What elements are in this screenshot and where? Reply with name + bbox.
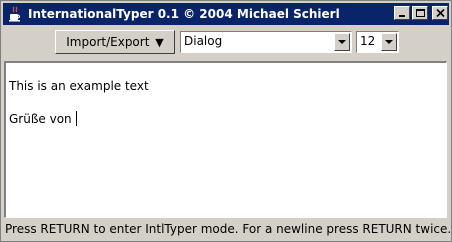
app-window: InternationalTyper 0.1 © 2004 Michael Sc…	[0, 0, 452, 242]
font-dropdown-button[interactable]	[334, 33, 350, 51]
editor-line: This is an example text	[9, 79, 149, 93]
text-caret	[76, 111, 78, 126]
triangle-down-icon: ▼	[155, 36, 164, 49]
editor-line-text: Grüße von	[9, 112, 76, 126]
title-bar[interactable]: InternationalTyper 0.1 © 2004 Michael Sc…	[3, 3, 449, 25]
font-family-value: Dialog	[184, 34, 223, 48]
toolbar: Import/Export ▼ Dialog 12	[3, 27, 449, 59]
chevron-down-icon	[385, 40, 393, 44]
font-size-select[interactable]: 12	[356, 31, 399, 53]
chevron-down-icon	[338, 40, 346, 44]
close-icon	[436, 9, 445, 18]
editor-line-current: Grüße von	[9, 111, 78, 126]
font-size-value: 12	[360, 34, 376, 48]
maximize-button[interactable]	[412, 6, 428, 20]
minimize-icon	[399, 15, 405, 17]
import-export-button[interactable]: Import/Export ▼	[55, 30, 175, 54]
import-export-label: Import/Export	[66, 35, 150, 49]
minimize-button[interactable]	[394, 6, 410, 20]
java-cup-icon[interactable]	[8, 6, 22, 22]
font-family-select[interactable]: Dialog	[180, 31, 352, 53]
close-button[interactable]	[432, 6, 448, 20]
window-title: InternationalTyper 0.1 © 2004 Michael Sc…	[28, 7, 340, 21]
text-editor[interactable]: This is an example text Grüße von	[4, 61, 447, 218]
size-dropdown-button[interactable]	[381, 33, 397, 51]
maximize-icon	[416, 9, 425, 17]
status-bar: Press RETURN to enter IntlTyper mode. Fo…	[5, 222, 452, 236]
